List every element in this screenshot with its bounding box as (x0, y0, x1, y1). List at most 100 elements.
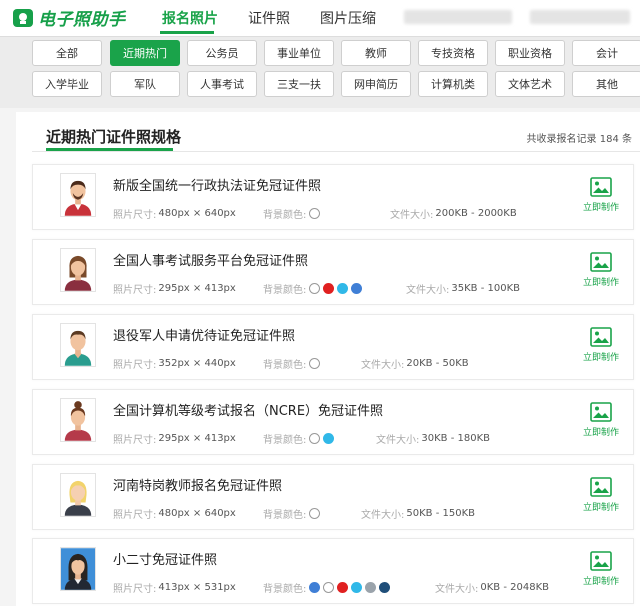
bg-color-swatch-red (337, 582, 349, 593)
category-personnel-exam[interactable]: 人事考试 (187, 71, 257, 97)
bg-color-swatch-white (309, 208, 321, 219)
category-three-supports[interactable]: 三支一扶 (264, 71, 334, 97)
file-size-value: 200KB - 2000KB (435, 208, 517, 219)
spec-card[interactable]: 退役军人申请优待证免冠证件照 照片尺寸: 352px × 440px 背景颜色:… (32, 314, 634, 380)
card-title: 新版全国统一行政执法证免冠证件照 (113, 179, 322, 194)
background-colors: 背景颜色: (263, 356, 321, 371)
category-public-institution[interactable]: 事业单位 (264, 40, 334, 66)
category-accounting[interactable]: 会计 (572, 40, 640, 66)
make-now-label: 立即制作 (582, 203, 619, 213)
background-color-label: 背景颜色: (263, 435, 307, 446)
category-computer[interactable]: 计算机类 (418, 71, 488, 97)
image-icon (590, 551, 612, 571)
photo-size: 照片尺寸: 413px × 531px (113, 580, 236, 595)
card-title: 退役军人申请优待证免冠证件照 (113, 329, 296, 344)
make-now-label: 立即制作 (582, 353, 619, 363)
logo-icon (13, 8, 33, 27)
file-size: 文件大小: 35KB - 100KB (406, 281, 520, 296)
file-size-label: 文件大小: (390, 210, 434, 221)
image-icon (590, 327, 612, 347)
photo-size: 照片尺寸: 295px × 413px (113, 281, 236, 296)
category-online-resume[interactable]: 网申简历 (341, 71, 411, 97)
background-colors: 背景颜色: (263, 431, 335, 446)
background-color-label: 背景颜色: (263, 285, 307, 296)
make-now-button[interactable]: 立即制作 (581, 327, 621, 375)
file-size-value: 30KB - 180KB (421, 433, 490, 444)
background-color-label: 背景颜色: (263, 584, 307, 595)
bg-color-swatch-white (309, 508, 321, 519)
photo-size-value: 295px × 413px (158, 433, 236, 444)
make-now-label: 立即制作 (582, 278, 619, 288)
category-enrollment-graduation[interactable]: 入学毕业 (32, 71, 102, 97)
category-civil-servant[interactable]: 公务员 (187, 40, 257, 66)
photo-size-label: 照片尺寸: (113, 584, 157, 595)
blurred-region (530, 10, 630, 24)
file-size-label: 文件大小: (406, 285, 450, 296)
background-color-label: 背景颜色: (263, 510, 307, 521)
file-size-label: 文件大小: (361, 510, 405, 521)
category-arts-sports[interactable]: 文体艺术 (495, 71, 565, 97)
nav-tab-id-photo[interactable]: 证件照 (248, 8, 290, 28)
file-size-label: 文件大小: (361, 360, 405, 371)
card-title: 全国计算机等级考试报名（NCRE）免冠证件照 (113, 404, 384, 419)
image-icon (590, 252, 612, 272)
file-size: 文件大小: 50KB - 150KB (361, 506, 475, 521)
spec-card[interactable]: 小二寸免冠证件照 照片尺寸: 413px × 531px 背景颜色: 文件大小:… (32, 538, 634, 604)
bg-color-swatch-gray (365, 582, 377, 593)
make-now-label: 立即制作 (582, 577, 619, 587)
bg-color-swatch-dark-blue (379, 582, 391, 593)
make-now-button[interactable]: 立即制作 (581, 252, 621, 300)
photo-size-label: 照片尺寸: (113, 435, 157, 446)
make-now-button[interactable]: 立即制作 (581, 551, 621, 599)
photo-size-value: 480px × 640px (158, 508, 236, 519)
category-other[interactable]: 其他 (572, 71, 640, 97)
spec-card[interactable]: 新版全国统一行政执法证免冠证件照 照片尺寸: 480px × 640px 背景颜… (32, 164, 634, 230)
blurred-region (404, 10, 512, 24)
logo-text: 电子照助手 (38, 10, 126, 30)
category-teacher[interactable]: 教师 (341, 40, 411, 66)
nav-tab-image-compress[interactable]: 图片压缩 (320, 8, 376, 28)
make-now-button[interactable]: 立即制作 (581, 177, 621, 225)
file-size-value: 0KB - 2048KB (480, 582, 549, 593)
spec-card[interactable]: 河南特岗教师报名免冠证件照 照片尺寸: 480px × 640px 背景颜色: … (32, 464, 634, 530)
photo-size: 照片尺寸: 480px × 640px (113, 506, 236, 521)
image-icon (590, 177, 612, 197)
record-count: 共收录报名记录 184 条 (526, 134, 632, 145)
card-title: 小二寸免冠证件照 (113, 553, 218, 568)
image-icon (590, 477, 612, 497)
category-military[interactable]: 军队 (110, 71, 180, 97)
file-size-label: 文件大小: (435, 584, 479, 595)
category-recent-hot[interactable]: 近期热门 (110, 40, 180, 66)
background-colors: 背景颜色: (263, 506, 321, 521)
spec-card[interactable]: 全国计算机等级考试报名（NCRE）免冠证件照 照片尺寸: 295px × 413… (32, 389, 634, 455)
category-vocational[interactable]: 职业资格 (495, 40, 565, 66)
avatar (60, 173, 96, 217)
avatar (60, 398, 96, 442)
make-now-label: 立即制作 (582, 428, 619, 438)
file-size: 文件大小: 30KB - 180KB (376, 431, 490, 446)
make-now-button[interactable]: 立即制作 (581, 477, 621, 525)
photo-size: 照片尺寸: 352px × 440px (113, 356, 236, 371)
photo-size-value: 352px × 440px (158, 358, 236, 369)
nav-tab-exam-photo[interactable]: 报名照片 (162, 8, 218, 28)
image-icon (590, 402, 612, 422)
file-size-value: 50KB - 150KB (406, 508, 475, 519)
bg-color-swatch-sky-blue (323, 433, 335, 444)
nav-active-underline (160, 31, 214, 34)
photo-size-label: 照片尺寸: (113, 510, 157, 521)
category-all[interactable]: 全部 (32, 40, 102, 66)
logo[interactable]: 电子照助手 (12, 5, 126, 30)
background-colors: 背景颜色: (263, 281, 363, 296)
background-colors: 背景颜色: (263, 206, 321, 221)
card-title: 河南特岗教师报名免冠证件照 (113, 479, 283, 494)
photo-size-value: 413px × 531px (158, 582, 236, 593)
spec-card[interactable]: 全国人事考试服务平台免冠证件照 照片尺寸: 295px × 413px 背景颜色… (32, 239, 634, 305)
background-color-label: 背景颜色: (263, 360, 307, 371)
section-title: 近期热门证件照规格 (46, 128, 182, 146)
top-navigation-bar: 电子照助手 报名照片 证件照 图片压缩 (0, 0, 640, 36)
category-professional-tech[interactable]: 专技资格 (418, 40, 488, 66)
bg-color-swatch-blue (309, 582, 321, 593)
make-now-button[interactable]: 立即制作 (581, 402, 621, 450)
bg-color-swatch-white (309, 358, 321, 369)
section-divider (32, 151, 640, 152)
